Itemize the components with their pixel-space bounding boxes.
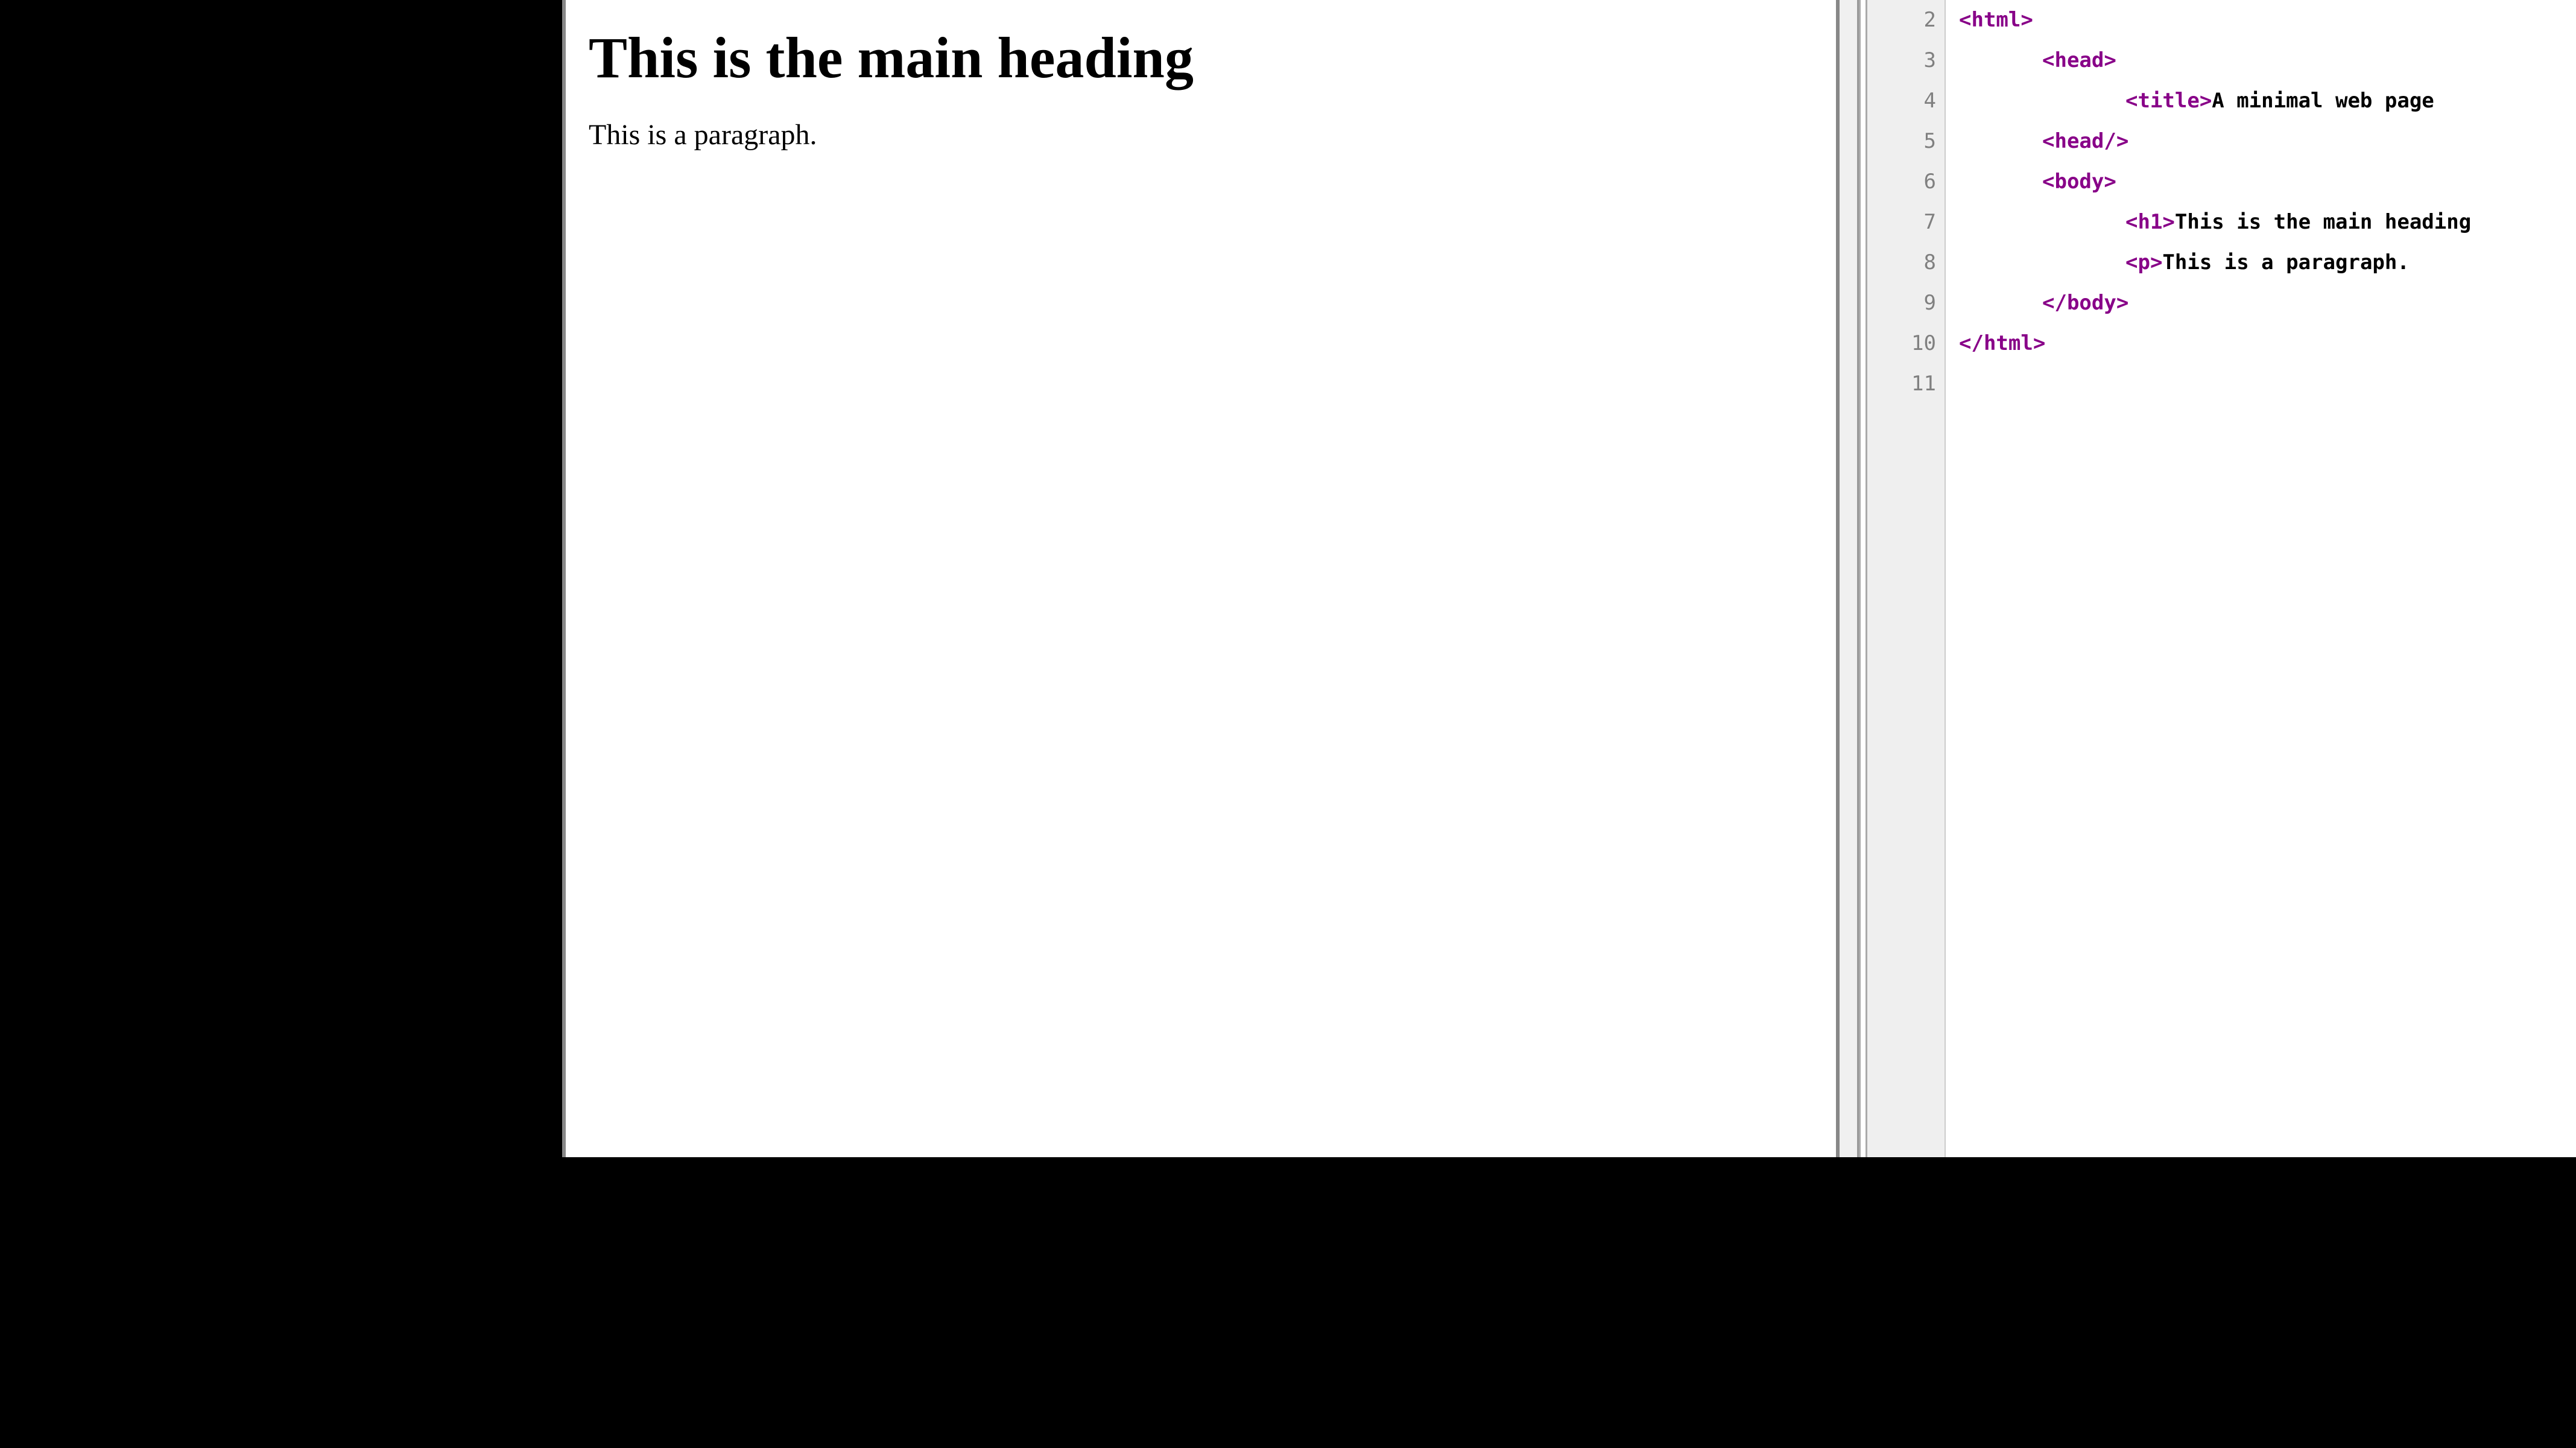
line-number-gutter: 234567891011: [1867, 0, 1946, 1157]
line-number: 5: [1867, 121, 1945, 162]
split-editor-view: This is the main heading This is a parag…: [562, 0, 2576, 1157]
code-line[interactable]: <p>This is a paragraph.: [1959, 243, 2576, 283]
preview-pane: This is the main heading This is a parag…: [562, 0, 1840, 1157]
code-editor-pane: 234567891011 <html> <head> <title>A minima…: [1867, 0, 2576, 1157]
code-text-area[interactable]: <html> <head> <title>A minimal web page <he…: [1946, 0, 2576, 1157]
code-line[interactable]: </body>: [1959, 283, 2576, 323]
code-line[interactable]: <html>: [1959, 0, 2576, 40]
code-line[interactable]: <h1>This is the main heading: [1959, 202, 2576, 243]
text-token: This is the main heading: [2175, 210, 2471, 234]
line-number: 7: [1867, 202, 1945, 243]
html-tag-token: <head/>: [2042, 129, 2128, 153]
line-number: 4: [1867, 81, 1945, 121]
html-tag-token: <body>: [2042, 170, 2116, 194]
html-tag-token: <h1>: [2125, 210, 2175, 234]
preview-scrollbar[interactable]: [1840, 0, 1859, 1157]
line-number: 11: [1867, 364, 1945, 404]
html-tag-token: <html>: [1959, 8, 2033, 32]
code-line[interactable]: <head/>: [1959, 121, 2576, 162]
html-tag-token: <p>: [2125, 250, 2162, 275]
text-token: A minimal web page: [2212, 89, 2434, 113]
code-line[interactable]: [1959, 364, 2576, 404]
line-number: 2: [1867, 0, 1945, 40]
html-tag-token: <title>: [2125, 89, 2212, 113]
code-line[interactable]: <body>: [1959, 162, 2576, 202]
line-number: 10: [1867, 323, 1945, 364]
line-number: 9: [1867, 283, 1945, 323]
code-line[interactable]: </html>: [1959, 323, 2576, 364]
page-heading: This is the main heading: [589, 24, 1813, 91]
line-number: 8: [1867, 243, 1945, 283]
line-number: 3: [1867, 40, 1945, 81]
pane-divider[interactable]: [1859, 0, 1867, 1157]
code-line[interactable]: <head>: [1959, 40, 2576, 81]
text-token: This is a paragraph.: [2162, 250, 2409, 275]
code-line[interactable]: <title>A minimal web page: [1959, 81, 2576, 121]
page-paragraph: This is a paragraph.: [589, 118, 1813, 151]
html-tag-token: </html>: [1959, 331, 2045, 355]
html-tag-token: <head>: [2042, 48, 2116, 72]
line-number: 6: [1867, 162, 1945, 202]
html-tag-token: </body>: [2042, 291, 2128, 315]
